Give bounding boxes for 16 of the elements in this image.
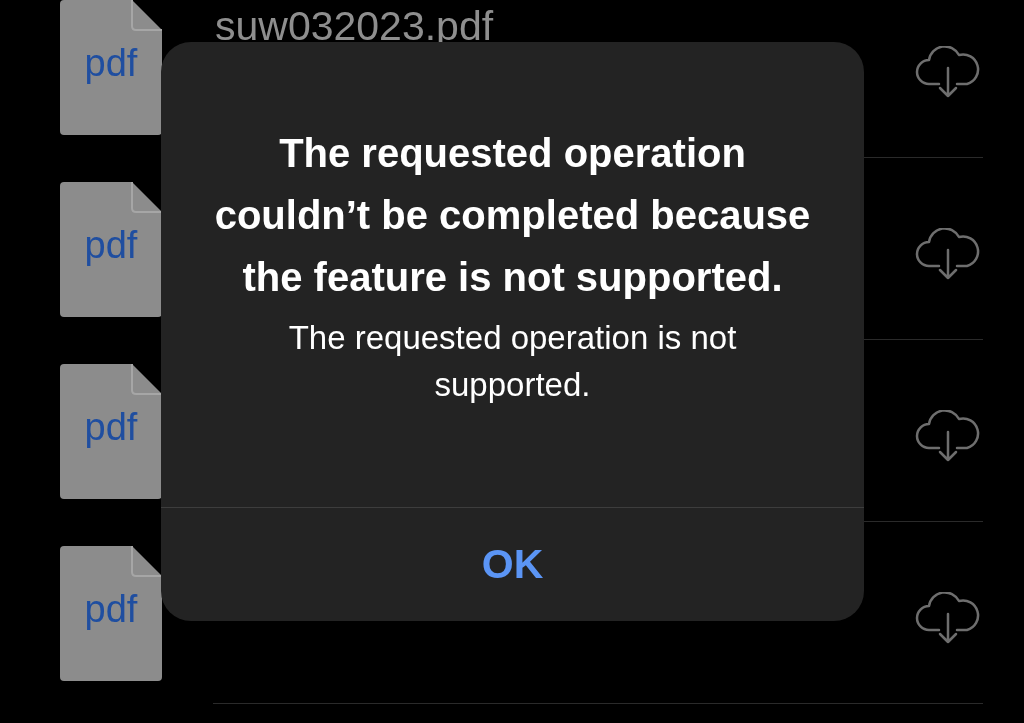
file-type-label: pdf (83, 226, 139, 264)
pdf-file-icon[interactable] (60, 364, 162, 499)
cloud-download-icon[interactable] (915, 410, 981, 462)
ok-button[interactable]: OK (161, 508, 864, 621)
cloud-download-icon[interactable] (915, 46, 981, 98)
cloud-download-icon[interactable] (915, 228, 981, 280)
pdf-file-icon[interactable] (60, 0, 162, 135)
file-type-label: pdf (83, 44, 139, 82)
file-type-label: pdf (83, 590, 139, 628)
pdf-file-icon[interactable] (60, 182, 162, 317)
pdf-file-icon[interactable] (60, 546, 162, 681)
cloud-download-icon[interactable] (915, 592, 981, 644)
alert-title: The requested operation couldn’t be completed because the feature is not supported. (213, 130, 812, 301)
alert-message: The requested operation is not supported. (287, 318, 738, 405)
file-type-label: pdf (83, 408, 139, 446)
file-name: suw032023.pdf (215, 2, 495, 50)
